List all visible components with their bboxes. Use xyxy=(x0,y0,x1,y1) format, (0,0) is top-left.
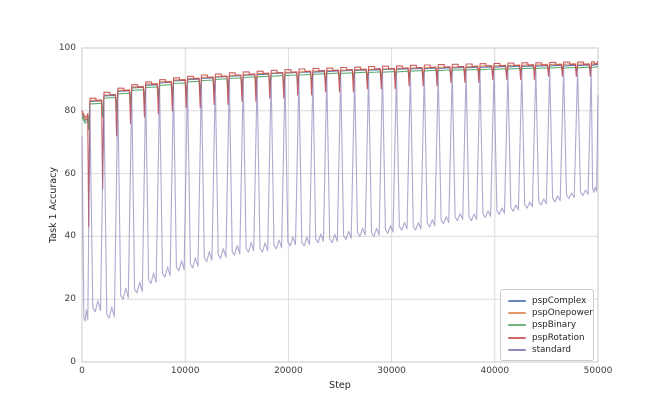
y-tick-label: 80 xyxy=(64,105,76,116)
legend-item-pspRotation: pspRotation xyxy=(508,332,586,344)
legend-swatch-standard xyxy=(508,348,526,351)
x-tick-label: 10000 xyxy=(170,366,200,376)
legend-swatch-pspComplex xyxy=(508,300,526,303)
x-tick-label: 50000 xyxy=(583,366,613,376)
x-tick-label: 0 xyxy=(79,366,85,376)
legend: pspComplex pspOnepower pspBinary pspRota… xyxy=(500,289,594,361)
legend-label: pspComplex xyxy=(532,296,587,307)
x-axis-label: Step xyxy=(329,380,351,391)
legend-item-pspBinary: pspBinary xyxy=(508,319,586,331)
legend-item-pspOnepower: pspOnepower xyxy=(508,307,593,319)
series-line-standard xyxy=(81,68,599,322)
legend-label: pspOnepower xyxy=(532,308,593,319)
legend-swatch-pspOnepower xyxy=(508,312,526,315)
legend-label: pspBinary xyxy=(532,320,577,331)
legend-swatch-pspBinary xyxy=(508,324,526,327)
y-tick-label: 100 xyxy=(58,43,76,53)
x-tick-label: 40000 xyxy=(480,366,510,376)
legend-swatch-pspRotation xyxy=(508,336,526,339)
legend-item-pspComplex: pspComplex xyxy=(508,295,586,307)
figure: 0 20 40 60 80 100 0 10000 20000 30000 40000 50000 … xyxy=(0,0,664,415)
x-tick-label: 30000 xyxy=(377,366,406,376)
y-axis-label: Task 1 Accuracy xyxy=(48,167,59,243)
y-tick-label: 20 xyxy=(64,294,76,305)
legend-label: standard xyxy=(532,344,572,355)
legend-label: pspRotation xyxy=(532,332,585,343)
x-tick-label: 20000 xyxy=(274,366,303,376)
legend-item-standard: standard xyxy=(508,344,586,356)
